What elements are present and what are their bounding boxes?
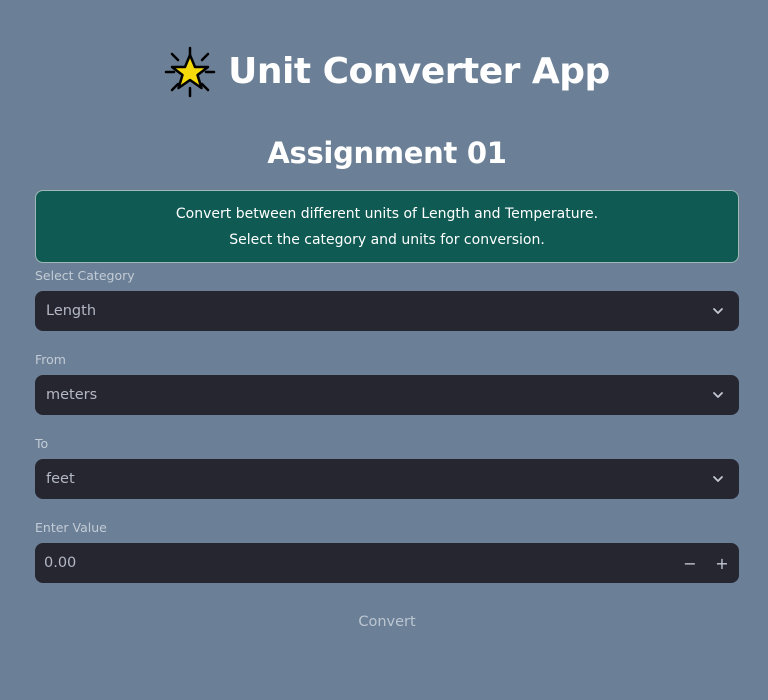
value-input-text[interactable]: 0.00: [44, 555, 76, 571]
info-line-1: Convert between different units of Lengt…: [175, 205, 599, 222]
star-icon: [164, 46, 216, 98]
increment-button[interactable]: +: [706, 543, 738, 583]
from-value: meters: [46, 387, 98, 403]
to-select[interactable]: feet: [35, 459, 739, 499]
decrement-button[interactable]: −: [674, 543, 706, 583]
from-select[interactable]: meters: [35, 375, 739, 415]
chevron-down-icon: [713, 392, 723, 398]
to-label: To: [35, 436, 49, 451]
page-title: Unit Converter App: [228, 51, 610, 92]
to-value: feet: [46, 471, 75, 487]
value-label: Enter Value: [35, 520, 107, 535]
chevron-down-icon: [713, 476, 723, 482]
from-label: From: [35, 352, 66, 367]
category-select[interactable]: Length: [35, 291, 739, 331]
category-value: Length: [46, 303, 97, 319]
chevron-down-icon: [713, 308, 723, 314]
category-label: Select Category: [35, 268, 135, 283]
info-box: Convert between different units of Lengt…: [35, 190, 739, 263]
page-subtitle: Assignment 01: [267, 136, 507, 170]
info-line-2: Select the category and units for conver…: [229, 231, 545, 248]
value-input[interactable]: 0.00 − +: [35, 543, 739, 583]
convert-button[interactable]: Convert: [35, 608, 739, 636]
title-row: Unit Converter App: [35, 46, 739, 98]
